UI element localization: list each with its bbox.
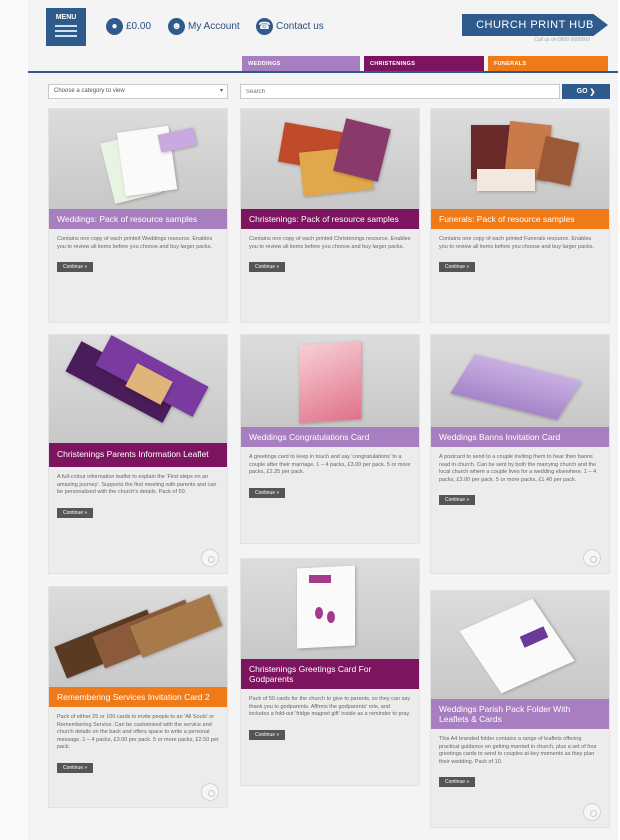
product-image [241, 335, 419, 427]
account-link[interactable]: ☻ My Account [168, 16, 240, 36]
loading-spinner-icon [201, 783, 219, 801]
product-title[interactable]: Christenings Parents Information Leaflet [49, 443, 227, 467]
continue-button[interactable]: Continue » [439, 777, 476, 787]
basket-link[interactable]: ● £0.00 [106, 16, 151, 36]
product-description: This A4 branded folder contains a range … [439, 736, 597, 765]
category-select[interactable]: Choose a category to view ▾ [48, 84, 228, 99]
continue-button[interactable]: Continue » [249, 487, 286, 498]
product-card[interactable]: Christenings: Pack of resource samples C… [240, 108, 420, 323]
product-image [431, 335, 609, 427]
hamburger-icon [55, 25, 77, 37]
product-image [431, 591, 609, 699]
product-title[interactable]: Weddings Congratulations Card [241, 427, 419, 447]
product-card[interactable]: Weddings Banns Invitation Card A postcar… [430, 334, 610, 574]
product-card[interactable]: Christenings Greetings Card For Godparen… [240, 558, 420, 786]
product-card[interactable]: Weddings Parish Pack Folder With Leaflet… [430, 590, 610, 828]
product-description: A postcard to send to a couple inviting … [439, 454, 597, 483]
basket-icon: ● [106, 17, 123, 35]
account-label: My Account [188, 20, 240, 32]
product-image [49, 109, 227, 209]
loading-spinner-icon [583, 803, 601, 821]
header-divider [28, 71, 618, 73]
phone-icon: ☎ [256, 17, 273, 35]
loading-spinner-icon [583, 549, 601, 567]
product-card[interactable]: Funerals: Pack of resource samples Conta… [430, 108, 610, 323]
continue-button[interactable]: Continue » [249, 729, 286, 740]
product-title[interactable]: Weddings Parish Pack Folder With Leaflet… [431, 699, 609, 729]
go-label: GO [576, 88, 588, 95]
brand-subline: Call us on 0800 0000000 [534, 37, 590, 43]
product-description: Contains one copy of each printed Funera… [439, 236, 594, 250]
product-title[interactable]: Christenings Greetings Card For Godparen… [241, 659, 419, 689]
product-card[interactable]: Christenings Parents Information Leaflet… [48, 334, 228, 574]
go-button[interactable]: GO ❯ [562, 84, 610, 99]
page-gutter [0, 0, 28, 840]
product-card[interactable]: Remembering Services Invitation Card 2 P… [48, 586, 228, 808]
loading-spinner-icon [201, 549, 219, 567]
product-description: A greetings card to keep in touch and sa… [249, 454, 411, 475]
tab-christenings[interactable]: CHRISTENINGS [364, 56, 484, 71]
product-card[interactable]: Weddings: Pack of resource samples Conta… [48, 108, 228, 323]
product-card[interactable]: Weddings Congratulations Card A greeting… [240, 334, 420, 544]
product-title[interactable]: Weddings: Pack of resource samples [49, 209, 227, 229]
contact-link[interactable]: ☎ Contact us [256, 16, 324, 36]
product-image [241, 559, 419, 659]
contact-label: Contact us [276, 20, 324, 32]
product-title[interactable]: Weddings Banns Invitation Card [431, 427, 609, 447]
product-image [49, 587, 227, 687]
category-select-value: Choose a category to view [54, 88, 125, 94]
product-description: Pack of 50 cards for the church to give … [249, 696, 411, 717]
product-description: A full-colour information leaflet to exp… [57, 474, 217, 495]
search-input[interactable] [240, 84, 560, 99]
menu-label: MENU [55, 14, 77, 21]
continue-button[interactable]: Continue » [57, 762, 94, 773]
product-title[interactable]: Funerals: Pack of resource samples [431, 209, 609, 229]
product-description: Pack of either 25 or 100 cards to invite… [57, 714, 219, 750]
continue-button[interactable]: Continue » [57, 507, 94, 518]
basket-amount: £0.00 [126, 20, 152, 32]
product-image [241, 109, 419, 209]
brand-name: CHURCH PRINT HUB [476, 19, 594, 31]
tab-funerals[interactable]: FUNERALS [488, 56, 608, 71]
user-icon: ☻ [168, 17, 185, 35]
continue-button[interactable]: Continue » [57, 262, 94, 272]
product-description: Contains one copy of each printed Christ… [249, 236, 411, 250]
continue-button[interactable]: Continue » [439, 262, 476, 272]
brand-logo[interactable]: CHURCH PRINT HUB [462, 14, 608, 36]
product-title[interactable]: Remembering Services Invitation Card 2 [49, 687, 227, 707]
tab-weddings[interactable]: WEDDINGS [242, 56, 360, 71]
product-image [49, 335, 227, 443]
product-description: Contains one copy of each printed Weddin… [57, 236, 213, 250]
chevron-down-icon: ▾ [219, 88, 223, 94]
product-image [431, 109, 609, 209]
menu-button[interactable]: MENU [46, 8, 86, 46]
continue-button[interactable]: Continue » [249, 262, 286, 272]
continue-button[interactable]: Continue » [439, 495, 476, 505]
product-title[interactable]: Christenings: Pack of resource samples [241, 209, 419, 229]
